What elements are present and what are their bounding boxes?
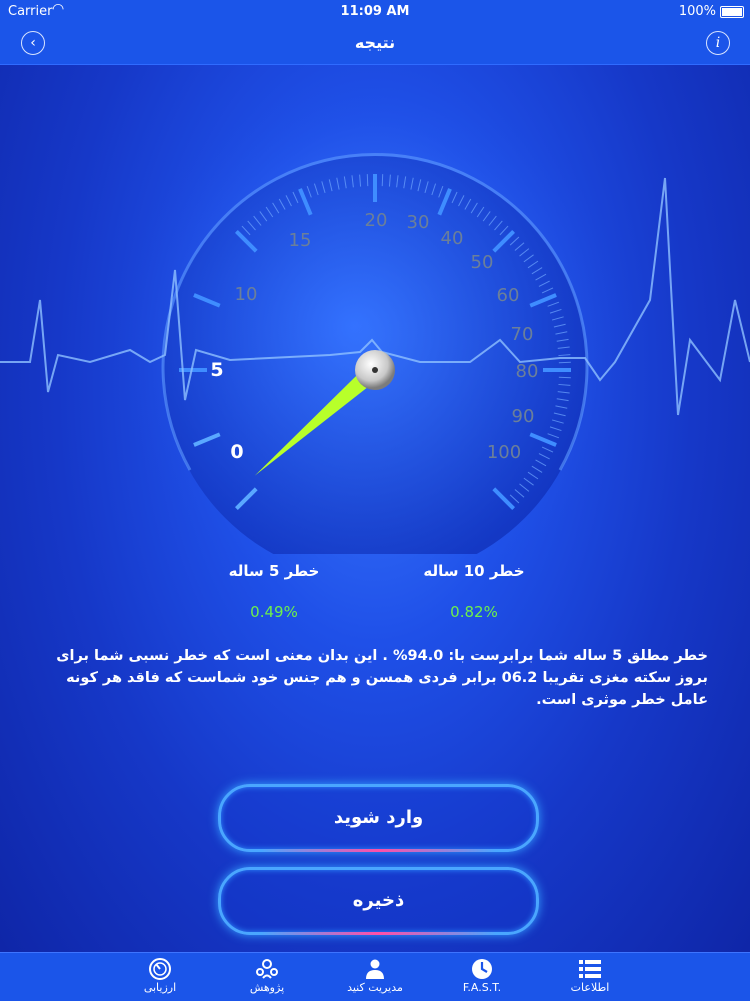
navigation-bar: ‹ نتیجه i [0, 24, 750, 65]
tick-label-15: 15 [289, 230, 312, 251]
needle-hub-center [372, 367, 378, 373]
tab-bar: اطلاعات F.A.S.T. مدیریت کنید پژوهش ارزیا… [0, 952, 750, 1001]
tick-label-0: 0 [230, 441, 243, 463]
risk-description: خطر مطلق 5 ساله شما برابرست با: 94.0% . … [40, 645, 708, 711]
five-year-risk-value: 0.49% [184, 603, 364, 621]
battery-percent: 100% [679, 4, 716, 19]
info-icon: i [716, 35, 720, 51]
doctor-icon [363, 958, 387, 980]
tick-label-30: 30 [407, 212, 430, 233]
ten-year-risk-value: 0.82% [384, 603, 564, 621]
ten-year-risk-label: خطر 10 ساله [384, 562, 564, 580]
tab-fast[interactable]: F.A.S.T. [437, 953, 527, 1001]
tick-label-10: 10 [235, 284, 258, 305]
tab-assessment[interactable]: ارزیابی [115, 953, 205, 1001]
tick-label-80: 80 [516, 361, 539, 382]
tab-research-label: پژوهش [222, 981, 312, 994]
list-icon [578, 958, 602, 980]
status-bar: Carrier ◠ 11:09 AM 100% [0, 0, 750, 24]
tick-label-50: 50 [471, 252, 494, 273]
tab-manage[interactable]: مدیریت کنید [330, 953, 420, 1001]
tick-label-5: 5 [210, 359, 223, 381]
clock-icon [470, 958, 494, 980]
tick-label-90: 90 [512, 406, 535, 427]
tab-assessment-label: ارزیابی [115, 981, 205, 994]
battery-icon [720, 6, 744, 18]
tick-label-60: 60 [497, 285, 520, 306]
tab-manage-label: مدیریت کنید [330, 981, 420, 994]
tab-info-label: اطلاعات [545, 981, 635, 994]
enter-button[interactable]: وارد شوید [218, 784, 539, 852]
tick-label-70: 70 [511, 324, 534, 345]
five-year-risk-label: خطر 5 ساله [184, 562, 364, 580]
tick-label-100: 100 [487, 442, 521, 463]
tick-label-20: 20 [365, 210, 388, 231]
risk-gauge: 0 5 10 15 20 30 40 50 60 70 80 90 100 [0, 64, 750, 554]
tick-label-40: 40 [441, 228, 464, 249]
save-button[interactable]: ذخیره [218, 867, 539, 935]
tab-research[interactable]: پژوهش [222, 953, 312, 1001]
info-button[interactable]: i [706, 31, 730, 55]
research-icon [255, 958, 279, 980]
status-time: 11:09 AM [0, 4, 750, 19]
tab-info[interactable]: اطلاعات [545, 953, 635, 1001]
gauge-icon [148, 958, 172, 980]
tab-fast-label: F.A.S.T. [437, 981, 527, 994]
page-title: نتیجه [0, 33, 750, 52]
